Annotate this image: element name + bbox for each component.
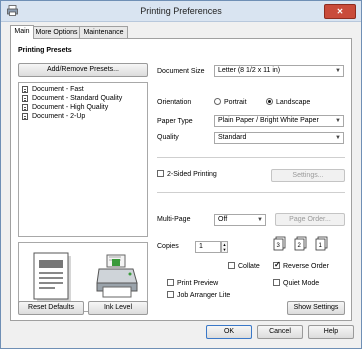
- print-preview-label: Print Preview: [177, 280, 219, 287]
- job-arranger-lite-checkbox[interactable]: [167, 291, 174, 298]
- print-preview-checkbox[interactable]: [167, 279, 174, 286]
- paper-type-select[interactable]: Plain Paper / Bright White Paper ▼: [214, 115, 344, 127]
- landscape-radio[interactable]: [266, 98, 273, 105]
- collate-checkbox[interactable]: [228, 262, 235, 269]
- presets-list[interactable]: Document - Fast Document - Standard Qual…: [18, 82, 148, 237]
- document-icon: [22, 86, 28, 93]
- chevron-down-icon: ▼: [335, 68, 341, 74]
- copies-label: Copies: [157, 243, 179, 250]
- quiet-mode-label: Quiet Mode: [283, 280, 320, 287]
- close-button[interactable]: ✕: [324, 4, 356, 19]
- preset-item[interactable]: Document - Standard Quality: [19, 94, 147, 103]
- preset-item[interactable]: Document - High Quality: [19, 103, 147, 112]
- orientation-label: Orientation: [157, 99, 192, 106]
- printing-preferences-window: Printing Preferences ✕ Main More Options…: [0, 0, 362, 349]
- copies-input[interactable]: 1: [195, 241, 221, 253]
- quality-select[interactable]: Standard ▼: [214, 132, 344, 144]
- multi-page-label: Multi-Page: [157, 216, 191, 223]
- chevron-down-icon: ▼: [335, 118, 341, 124]
- document-size-select[interactable]: Letter (8 1/2 x 11 in) ▼: [214, 65, 344, 77]
- window-title: Printing Preferences: [140, 6, 222, 16]
- divider: [157, 192, 345, 193]
- cancel-button[interactable]: Cancel: [257, 325, 303, 339]
- page-order-button[interactable]: Page Order...: [275, 213, 345, 226]
- show-settings-button[interactable]: Show Settings: [287, 301, 345, 315]
- paper-type-label: Paper Type: [157, 118, 193, 125]
- main-tab-panel: Printing Presets Add/Remove Presets... D…: [10, 38, 352, 321]
- reverse-order-checkbox[interactable]: [273, 260, 281, 269]
- document-size-label: Document Size: [157, 68, 205, 75]
- chevron-down-icon: ▼: [257, 217, 263, 223]
- collate-label: Collate: [238, 263, 260, 270]
- page-preview-icon: [33, 252, 71, 302]
- add-remove-presets-button[interactable]: Add/Remove Presets...: [18, 63, 148, 77]
- title-bar[interactable]: Printing Preferences ✕: [1, 1, 361, 22]
- help-button[interactable]: Help: [308, 325, 354, 339]
- ink-level-button[interactable]: Ink Level: [88, 301, 148, 315]
- landscape-label: Landscape: [276, 99, 311, 106]
- tab-main[interactable]: Main: [10, 25, 34, 39]
- reset-defaults-button[interactable]: Reset Defaults: [18, 301, 84, 315]
- preset-item[interactable]: Document - Fast: [19, 85, 147, 94]
- divider: [157, 157, 345, 158]
- quality-label: Quality: [157, 134, 179, 141]
- document-icon: [22, 104, 28, 111]
- multi-page-select[interactable]: Off ▼: [214, 214, 266, 226]
- reverse-order-label: Reverse Order: [283, 263, 329, 270]
- quiet-mode-checkbox[interactable]: [273, 279, 280, 286]
- document-icon: [22, 95, 28, 102]
- chevron-down-icon: ▼: [335, 135, 341, 141]
- copies-spinner[interactable]: ▲ ▼: [221, 241, 228, 253]
- settings-button[interactable]: Settings...: [271, 169, 345, 182]
- ok-button[interactable]: OK: [206, 325, 252, 339]
- document-icon: [22, 113, 28, 120]
- preset-item[interactable]: Document - 2-Up: [19, 112, 147, 121]
- job-arranger-lite-label: Job Arranger Lite: [177, 292, 231, 299]
- two-sided-printing-checkbox[interactable]: [157, 170, 164, 177]
- printing-presets-heading: Printing Presets: [18, 47, 72, 54]
- collate-pages-icon: 321: [273, 236, 328, 251]
- two-sided-printing-label: 2-Sided Printing: [167, 171, 217, 178]
- printer-icon: [96, 254, 138, 298]
- portrait-label: Portrait: [224, 99, 247, 106]
- portrait-radio[interactable]: [214, 98, 221, 105]
